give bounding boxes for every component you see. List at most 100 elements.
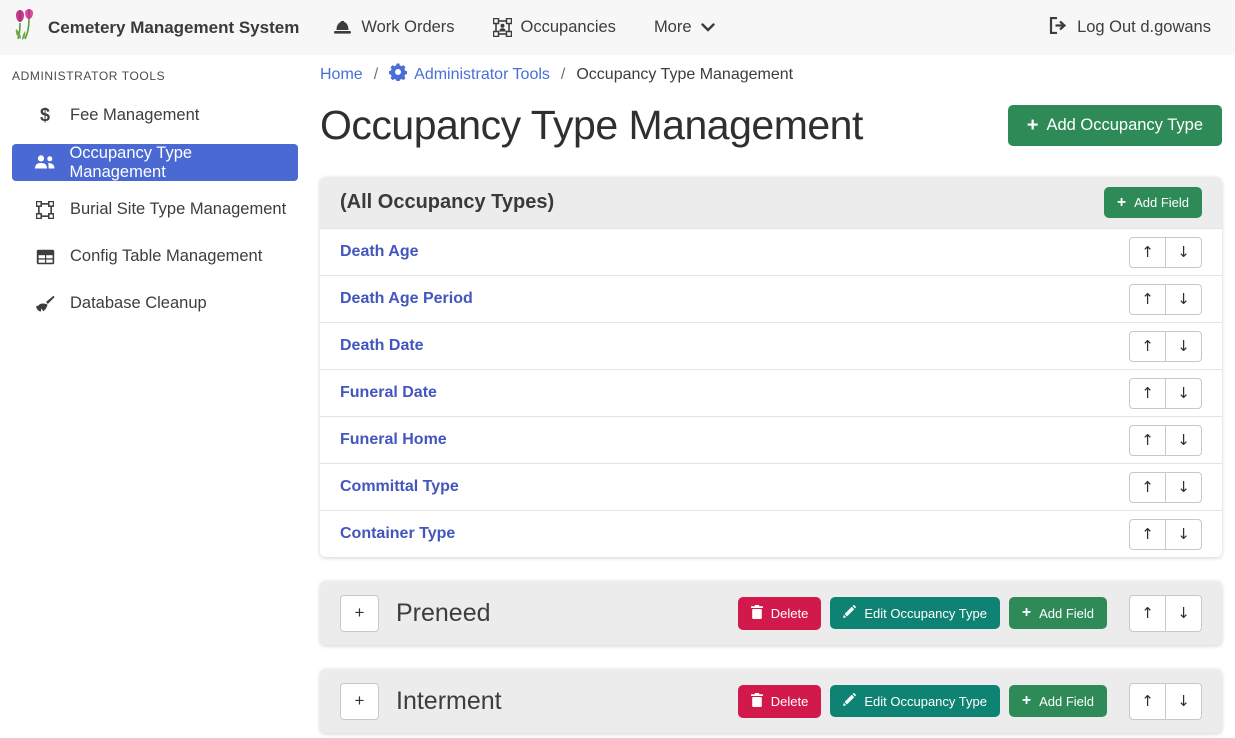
breadcrumb-current: Occupancy Type Management <box>576 66 793 84</box>
field-link[interactable]: Death Age <box>340 243 419 261</box>
all-types-card-header: (All Occupancy Types) + Add Field <box>320 177 1222 228</box>
field-link[interactable]: Death Date <box>340 337 424 355</box>
add-field-button[interactable]: + Add Field <box>1009 685 1107 717</box>
move-down-button[interactable]: ↓ <box>1165 237 1202 268</box>
move-up-button[interactable]: ↑ <box>1129 472 1166 503</box>
nav-label: Work Orders <box>361 18 454 37</box>
button-label: Edit Occupancy Type <box>864 694 987 709</box>
users-icon <box>33 155 56 170</box>
sidebar: ADMINISTRATOR TOOLS $ Fee Management Occ… <box>0 55 310 738</box>
edit-occupancy-type-button[interactable]: Edit Occupancy Type <box>830 685 1000 717</box>
move-up-button[interactable]: ↑ <box>1129 237 1166 268</box>
top-navbar: Cemetery Management System Work Orders <box>0 0 1235 55</box>
reorder-button-group: ↑ ↓ <box>1129 378 1202 409</box>
sign-out-icon <box>1049 17 1068 39</box>
breadcrumb-label: Home <box>320 66 363 84</box>
move-down-button[interactable]: ↓ <box>1165 472 1202 503</box>
field-link[interactable]: Funeral Date <box>340 384 437 402</box>
card-title: (All Occupancy Types) <box>340 191 554 214</box>
move-up-button[interactable]: ↑ <box>1129 331 1166 362</box>
reorder-button-group: ↑ ↓ <box>1129 472 1202 503</box>
reorder-button-group: ↑ ↓ <box>1129 595 1202 632</box>
table-row: Committal Type ↑ ↓ <box>320 463 1222 510</box>
move-down-button[interactable]: ↓ <box>1165 425 1202 456</box>
add-field-button[interactable]: + Add Field <box>1104 187 1202 219</box>
sidebar-item-label: Fee Management <box>70 106 199 125</box>
sidebar-item-label: Database Cleanup <box>70 294 207 313</box>
pencil-icon <box>843 605 856 621</box>
sidebar-item-fee-management[interactable]: $ Fee Management <box>12 97 298 134</box>
sidebar-section-label: ADMINISTRATOR TOOLS <box>0 61 310 97</box>
table-row: Death Age Period ↑ ↓ <box>320 275 1222 322</box>
move-up-button[interactable]: ↑ <box>1129 284 1166 315</box>
reorder-button-group: ↑ ↓ <box>1129 237 1202 268</box>
section-actions: Delete Edit Occupancy Type + Add Field ↑ <box>738 595 1202 632</box>
reorder-button-group: ↑ ↓ <box>1129 683 1202 720</box>
add-occupancy-type-button[interactable]: + Add Occupancy Type <box>1008 105 1222 147</box>
move-down-button[interactable]: ↓ <box>1165 331 1202 362</box>
expand-section-button[interactable]: + <box>340 595 379 632</box>
logout-button[interactable]: Log Out d.gowans <box>1049 17 1211 39</box>
section-title: Interment <box>396 687 738 716</box>
section-actions: Delete Edit Occupancy Type + Add Field ↑ <box>738 683 1202 720</box>
field-row-list: Death Age ↑ ↓ Death Age Period ↑ ↓ Death… <box>320 228 1222 557</box>
sidebar-item-label: Occupancy Type Management <box>69 144 288 182</box>
plus-icon: + <box>1117 195 1126 211</box>
table-row: Funeral Date ↑ ↓ <box>320 369 1222 416</box>
occupancy-type-sections: + Preneed Delete <box>320 581 1222 733</box>
move-up-button[interactable]: ↑ <box>1129 519 1166 550</box>
chevron-down-icon <box>701 23 715 32</box>
move-down-button[interactable]: ↓ <box>1165 519 1202 550</box>
trash-icon <box>751 693 763 710</box>
tulip-logo-icon <box>12 9 38 46</box>
occupancy-type-section: + Interment Delete <box>320 669 1222 733</box>
sidebar-item-burial-site-type-management[interactable]: Burial Site Type Management <box>12 191 298 228</box>
field-link[interactable]: Death Age Period <box>340 290 473 308</box>
page-title: Occupancy Type Management <box>320 102 863 149</box>
move-down-button[interactable]: ↓ <box>1165 683 1202 720</box>
sidebar-item-label: Config Table Management <box>70 247 262 266</box>
sidebar-item-occupancy-type-management[interactable]: Occupancy Type Management <box>12 144 298 181</box>
edit-occupancy-type-button[interactable]: Edit Occupancy Type <box>830 597 1000 629</box>
reorder-button-group: ↑ ↓ <box>1129 331 1202 362</box>
breadcrumb-separator: / <box>363 66 389 84</box>
breadcrumb-admin-tools-link[interactable]: Administrator Tools <box>389 63 550 86</box>
button-label: Add Field <box>1039 694 1094 709</box>
button-label: Add Occupancy Type <box>1046 116 1203 135</box>
pencil-icon <box>843 693 856 709</box>
move-up-button[interactable]: ↑ <box>1129 683 1166 720</box>
move-up-button[interactable]: ↑ <box>1129 595 1166 632</box>
move-down-button[interactable]: ↓ <box>1165 284 1202 315</box>
sidebar-item-database-cleanup[interactable]: Database Cleanup <box>12 285 298 322</box>
delete-button[interactable]: Delete <box>738 685 822 718</box>
table-row: Death Age ↑ ↓ <box>320 228 1222 275</box>
table-row: Funeral Home ↑ ↓ <box>320 416 1222 463</box>
field-link[interactable]: Funeral Home <box>340 431 447 449</box>
broom-icon <box>33 295 57 312</box>
delete-button[interactable]: Delete <box>738 597 822 630</box>
trash-icon <box>751 605 763 622</box>
nav-more[interactable]: More <box>654 18 715 37</box>
plus-icon: + <box>1022 693 1031 709</box>
table-row: Container Type ↑ ↓ <box>320 510 1222 557</box>
field-link[interactable]: Committal Type <box>340 478 459 496</box>
occupancy-frame-icon <box>493 18 512 37</box>
nav-occupancies[interactable]: Occupancies <box>493 18 616 37</box>
add-field-button[interactable]: + Add Field <box>1009 597 1107 629</box>
move-down-button[interactable]: ↓ <box>1165 595 1202 632</box>
reorder-button-group: ↑ ↓ <box>1129 425 1202 456</box>
nav-work-orders[interactable]: Work Orders <box>333 18 454 37</box>
sidebar-item-config-table-management[interactable]: Config Table Management <box>12 238 298 275</box>
plus-icon: + <box>1027 116 1039 136</box>
expand-section-button[interactable]: + <box>340 683 379 720</box>
breadcrumb-home-link[interactable]: Home <box>320 66 363 84</box>
app-brand[interactable]: Cemetery Management System <box>12 9 299 46</box>
logout-label: Log Out d.gowans <box>1077 18 1211 37</box>
field-link[interactable]: Container Type <box>340 525 455 543</box>
table-icon <box>33 249 57 265</box>
move-up-button[interactable]: ↑ <box>1129 378 1166 409</box>
move-down-button[interactable]: ↓ <box>1165 378 1202 409</box>
section-title: Preneed <box>396 599 738 628</box>
move-up-button[interactable]: ↑ <box>1129 425 1166 456</box>
nav-label: Occupancies <box>521 18 616 37</box>
